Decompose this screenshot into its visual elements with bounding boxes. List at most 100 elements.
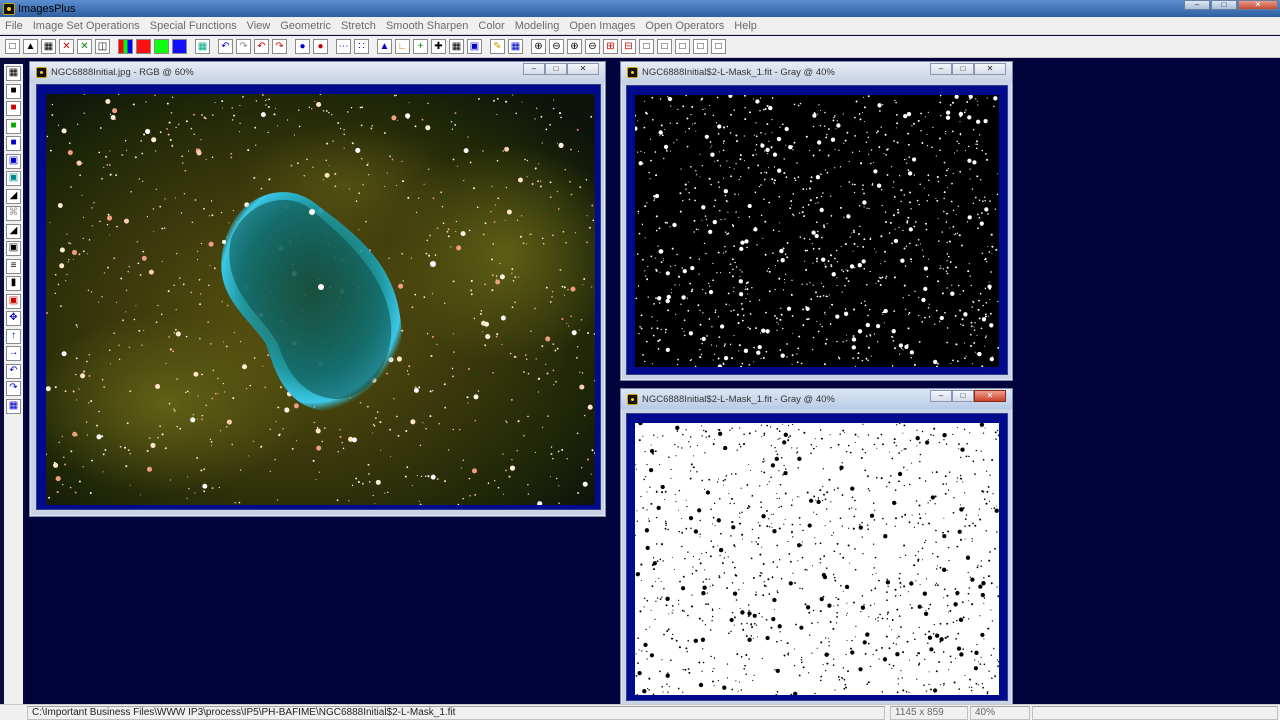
rotate-left-icon[interactable]: ↶	[6, 363, 21, 379]
dotted-line-icon[interactable]: ⋯	[336, 39, 351, 54]
menu-special-functions[interactable]: Special Functions	[145, 20, 242, 32]
red-dot-icon[interactable]: ●	[313, 39, 328, 54]
redo-all-icon[interactable]: ↷	[272, 39, 287, 54]
window-controls: – □ ✕	[930, 390, 1006, 402]
frame-1-icon[interactable]: □	[639, 39, 654, 54]
move-icon[interactable]: ✥	[6, 311, 21, 326]
zoom-actual-icon[interactable]: ⊖	[585, 39, 600, 54]
close-icon[interactable]: ✕	[1238, 0, 1278, 10]
book-icon[interactable]: ▦	[6, 398, 21, 414]
blue-swatch-icon[interactable]: ■	[6, 136, 21, 151]
image-window-mask-black[interactable]: NGC6888Initial$2-L-Mask_1.fit - Gray @ 4…	[620, 61, 1013, 381]
menu-open-images[interactable]: Open Images	[564, 20, 640, 32]
new-file-icon[interactable]: □	[5, 39, 20, 54]
maximize-icon[interactable]: □	[952, 390, 974, 402]
image-window-title-bar[interactable]: NGC6888Initial$2-L-Mask_1.fit - Gray @ 4…	[621, 389, 1012, 409]
menu-color[interactable]: Color	[473, 20, 509, 32]
undo-all-icon[interactable]: ↶	[254, 39, 269, 54]
close-icon[interactable]: ✕	[974, 63, 1006, 75]
zoom-in-icon[interactable]: ⊕	[531, 39, 546, 54]
arrow-right-icon[interactable]: →	[6, 346, 21, 361]
save-icon[interactable]: ▦	[41, 39, 56, 54]
menu-file[interactable]: File	[0, 20, 28, 32]
image-window-mask-white[interactable]: NGC6888Initial$2-L-Mask_1.fit - Gray @ 4…	[620, 388, 1013, 708]
image-window-icon	[36, 66, 47, 78]
menu-open-operators[interactable]: Open Operators	[640, 20, 729, 32]
menu-stretch[interactable]: Stretch	[336, 20, 381, 32]
blue-overlay-icon[interactable]: ▣	[6, 153, 21, 169]
histogram-icon[interactable]: ▲	[377, 39, 392, 54]
close-icon[interactable]: ✕	[567, 63, 599, 75]
pipette-icon[interactable]: ⌘	[6, 206, 21, 221]
black-bar-icon[interactable]: ▮	[6, 276, 21, 291]
red-swatch-icon[interactable]: ■	[6, 101, 21, 116]
maximize-icon[interactable]: □	[545, 63, 567, 75]
minimize-icon[interactable]: –	[930, 63, 952, 75]
pencil-icon[interactable]: ✎	[490, 39, 505, 54]
zoom-minus-box-icon[interactable]: ⊟	[621, 39, 636, 54]
select-box-icon[interactable]: ▣	[6, 241, 21, 256]
curve-icon[interactable]: ∟	[395, 39, 410, 54]
black-white-icon[interactable]: ◢	[6, 188, 21, 204]
frame-5-icon[interactable]: □	[711, 39, 726, 54]
rotate-right-icon[interactable]: ↷	[6, 381, 21, 396]
redo-icon[interactable]: ↷	[236, 39, 251, 54]
inverted-star-mask-image[interactable]	[635, 423, 999, 695]
menu-view[interactable]: View	[242, 20, 276, 32]
save-icon[interactable]: ▦	[6, 66, 21, 81]
image-window-title: NGC6888Initial$2-L-Mask_1.fit - Gray @ 4…	[642, 66, 835, 78]
minimize-icon[interactable]: –	[523, 63, 545, 75]
menu-bar: File Image Set Operations Special Functi…	[0, 17, 1280, 35]
app-title-bar: ImagesPlus – □ ✕	[0, 0, 1280, 17]
table-icon[interactable]: ▦	[508, 39, 523, 54]
add-icon[interactable]: +	[413, 39, 428, 54]
copy-icon[interactable]: ◫	[95, 39, 110, 54]
levels-icon[interactable]: ≡	[6, 258, 21, 274]
image-window-rgb[interactable]: NGC6888Initial.jpg - RGB @ 60% – □ ✕	[29, 61, 606, 517]
cyan-overlay-icon[interactable]: ▣	[6, 171, 21, 186]
app-window-controls: – □ ✕	[1184, 0, 1278, 10]
maximize-icon[interactable]: □	[952, 63, 974, 75]
zoom-fit-icon[interactable]: ⊕	[567, 39, 582, 54]
blue-dot-icon[interactable]: ●	[295, 39, 310, 54]
menu-image-set-operations[interactable]: Image Set Operations	[28, 20, 145, 32]
points-icon[interactable]: ∷	[354, 39, 369, 54]
nebula-image[interactable]	[46, 94, 595, 505]
crosshair-icon[interactable]: ✚	[431, 39, 446, 54]
maximize-icon[interactable]: □	[1211, 0, 1237, 10]
blue-channel-icon[interactable]	[172, 39, 187, 54]
undo-icon[interactable]: ↶	[218, 39, 233, 54]
close-image-icon[interactable]: ✕	[59, 39, 74, 54]
status-panel	[1032, 705, 1278, 720]
luminance-icon[interactable]: ▦	[195, 39, 210, 54]
red-channel-icon[interactable]	[136, 39, 151, 54]
open-folder-icon[interactable]: ▲	[23, 39, 38, 54]
image-info-icon[interactable]: ▣	[467, 39, 482, 54]
green-swatch-icon[interactable]: ■	[6, 118, 21, 134]
diagonal-icon[interactable]: ◢	[6, 223, 21, 239]
image-window-title: NGC6888Initial.jpg - RGB @ 60%	[51, 66, 194, 78]
menu-geometric[interactable]: Geometric	[275, 20, 336, 32]
rgb-channel-icon[interactable]	[118, 39, 133, 54]
menu-help[interactable]: Help	[729, 20, 762, 32]
image-window-icon	[627, 393, 638, 405]
frame-2-icon[interactable]: □	[657, 39, 672, 54]
image-window-title-bar[interactable]: NGC6888Initial.jpg - RGB @ 60% – □ ✕	[30, 62, 605, 82]
menu-smooth-sharpen[interactable]: Smooth Sharpen	[381, 20, 474, 32]
red-box-icon[interactable]: ▣	[6, 293, 21, 309]
close-all-icon[interactable]: ✕	[77, 39, 92, 54]
star-mask-image[interactable]	[635, 95, 999, 367]
zoom-plus-box-icon[interactable]: ⊞	[603, 39, 618, 54]
close-icon[interactable]: ✕	[974, 390, 1006, 402]
minimize-icon[interactable]: –	[1184, 0, 1210, 10]
zoom-out-icon[interactable]: ⊖	[549, 39, 564, 54]
black-point-icon[interactable]: ■	[6, 83, 21, 99]
green-channel-icon[interactable]	[154, 39, 169, 54]
image-window-title-bar[interactable]: NGC6888Initial$2-L-Mask_1.fit - Gray @ 4…	[621, 62, 1012, 82]
minimize-icon[interactable]: –	[930, 390, 952, 402]
arrow-up-icon[interactable]: ↑	[6, 328, 21, 344]
frame-4-icon[interactable]: □	[693, 39, 708, 54]
menu-modeling[interactable]: Modeling	[510, 20, 565, 32]
frame-3-icon[interactable]: □	[675, 39, 690, 54]
grid-icon[interactable]: ▦	[449, 39, 464, 54]
